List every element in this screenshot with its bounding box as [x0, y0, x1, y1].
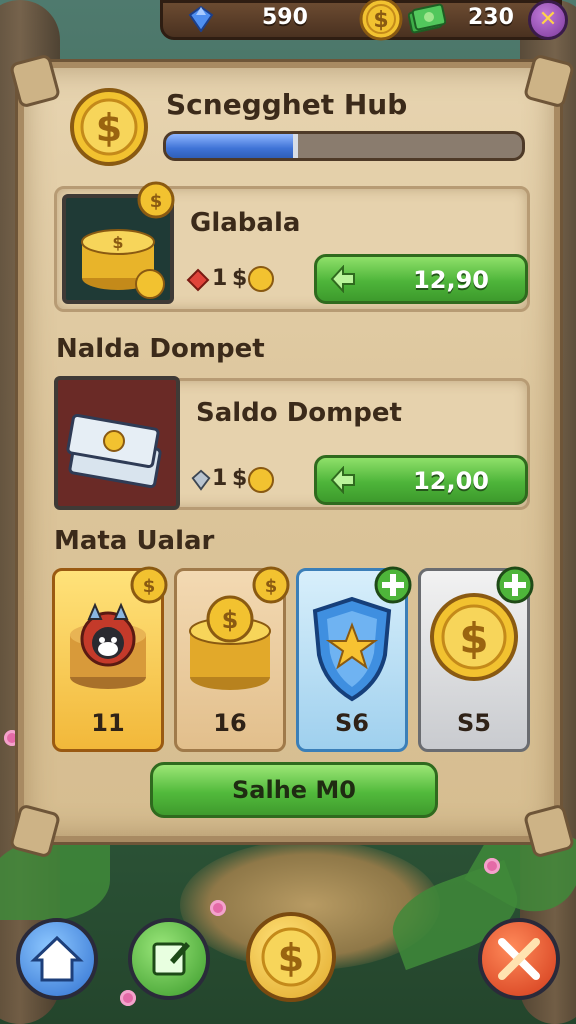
home-button[interactable] — [16, 918, 98, 1000]
svg-text:$: $ — [278, 936, 304, 980]
section-title-nalda: Nalda Dompet — [56, 334, 265, 364]
buy-button-glabala[interactable]: 12,90 — [314, 254, 528, 304]
coin-nav-button[interactable]: $ — [246, 912, 336, 1002]
buy-button-saldo[interactable]: 12,00 — [314, 455, 528, 505]
edit-icon — [152, 942, 190, 976]
hub-title: Scnegghet Hub — [166, 88, 408, 121]
leaf-decoration — [0, 840, 110, 920]
tile-label: S5 — [457, 709, 491, 737]
reward-tile[interactable]: S6 — [296, 566, 412, 752]
gems-count: 590 — [262, 5, 308, 30]
offer-cost-amount: 1 — [212, 466, 228, 491]
svg-text:$: $ — [222, 606, 239, 634]
reward-tile[interactable]: 11 $ — [52, 566, 168, 752]
gem-icon — [188, 6, 214, 32]
cash-stack-icon — [66, 413, 162, 489]
hub-coin-icon: $ — [70, 88, 148, 166]
tile-label: 11 — [91, 709, 125, 737]
svg-text:$: $ — [373, 8, 388, 33]
shield-star-icon — [312, 596, 392, 702]
svg-text:$: $ — [112, 233, 123, 252]
offer-title: Glabala — [190, 208, 301, 238]
svg-text:$: $ — [459, 614, 488, 663]
plus-badge-icon — [374, 566, 412, 604]
close-button[interactable]: ✕ — [528, 0, 568, 40]
reward-tile[interactable]: $ 16 $ — [174, 566, 290, 752]
flower-decoration — [210, 900, 226, 916]
coin-icon: $ — [359, 0, 403, 41]
arrow-icon — [330, 466, 355, 494]
hub-progress-bar — [163, 131, 525, 161]
offer-cost-symbol: $ — [232, 266, 248, 291]
close-nav-button[interactable] — [478, 918, 560, 1000]
reward-tile[interactable]: $ S5 — [418, 566, 534, 752]
cash-bundle-icon — [408, 3, 446, 34]
coin-badge-icon: $ — [130, 566, 168, 604]
svg-text:$: $ — [96, 106, 122, 150]
svg-text:$: $ — [143, 576, 156, 597]
buy-price: 12,00 — [413, 467, 489, 495]
collect-button[interactable]: Salhe M0 — [150, 762, 438, 818]
tile-label: 16 — [213, 709, 247, 737]
coin-icon: $ — [261, 927, 321, 987]
offer-cost-symbol: $ — [232, 466, 248, 491]
home-icon — [30, 935, 84, 982]
hub-progress-fill — [166, 134, 298, 158]
close-icon: ✕ — [538, 7, 558, 32]
coin-badge-icon: $ — [137, 181, 175, 219]
offer-cost-amount: 1 — [212, 266, 228, 291]
tile-label: S6 — [335, 709, 369, 737]
flower-decoration — [484, 858, 500, 874]
silver-gem-icon — [191, 469, 211, 491]
arrow-icon — [330, 265, 355, 293]
edit-button[interactable] — [128, 918, 210, 1000]
small-coin-icon — [248, 467, 274, 493]
offer-title: Saldo Dompet — [196, 398, 402, 428]
coin-badge-icon: $ — [252, 566, 290, 604]
offer-thumbnail — [54, 376, 180, 510]
svg-text:$: $ — [265, 576, 278, 597]
plus-badge-icon — [496, 566, 534, 604]
red-gem-icon — [186, 268, 210, 292]
svg-text:$: $ — [150, 191, 163, 212]
buy-price: 12,90 — [413, 266, 489, 294]
cash-count: 230 — [468, 5, 514, 30]
section-title-mata: Mata Ualar — [54, 526, 215, 556]
small-coin-icon — [248, 266, 274, 292]
crossed-swords-icon — [498, 938, 540, 980]
